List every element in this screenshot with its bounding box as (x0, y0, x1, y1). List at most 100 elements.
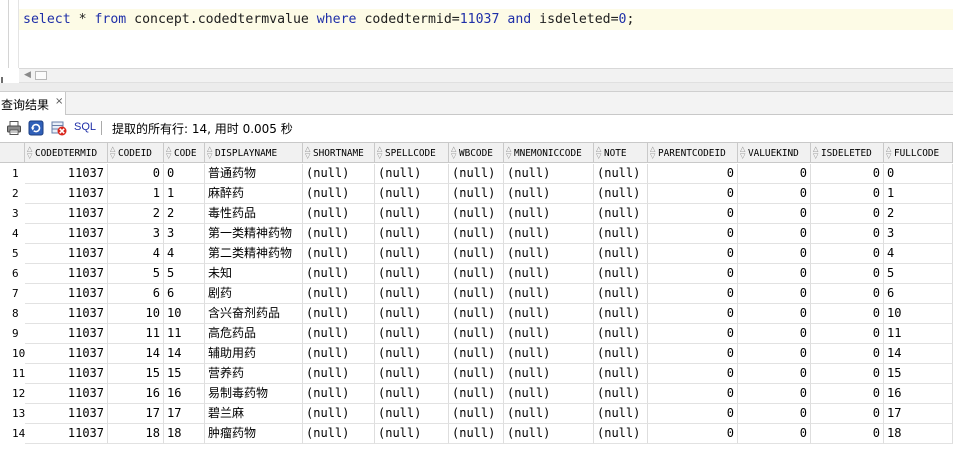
cell-displayname[interactable]: 高危药品 (205, 324, 303, 344)
cell-codedtermid[interactable]: 11037 (25, 304, 108, 324)
cell-wbcode[interactable]: (null) (449, 244, 504, 264)
cell-mnemoniccode[interactable]: (null) (504, 264, 594, 284)
sort-icon[interactable]: △ ▽ (886, 146, 891, 160)
cell-codedtermid[interactable]: 11037 (25, 284, 108, 304)
cell-spellcode[interactable]: (null) (375, 164, 449, 184)
cell-note[interactable]: (null) (594, 364, 648, 384)
cell-parentcodeid[interactable]: 0 (648, 224, 738, 244)
cell-parentcodeid[interactable]: 0 (648, 384, 738, 404)
cell-code[interactable]: 10 (164, 304, 205, 324)
cell-note[interactable]: (null) (594, 184, 648, 204)
cell-note[interactable]: (null) (594, 424, 648, 444)
cell-parentcodeid[interactable]: 0 (648, 364, 738, 384)
cell-codedtermid[interactable]: 11037 (25, 424, 108, 444)
cell-shortname[interactable]: (null) (303, 244, 375, 264)
cell-valuekind[interactable]: 0 (738, 344, 811, 364)
cell-shortname[interactable]: (null) (303, 184, 375, 204)
cell-fullcode[interactable]: 1 (884, 184, 953, 204)
cell-valuekind[interactable]: 0 (738, 404, 811, 424)
cell-spellcode[interactable]: (null) (375, 384, 449, 404)
cell-fullcode[interactable]: 11 (884, 324, 953, 344)
cell-note[interactable]: (null) (594, 404, 648, 424)
cell-valuekind[interactable]: 0 (738, 184, 811, 204)
cell-displayname[interactable]: 辅助用药 (205, 344, 303, 364)
cell-displayname[interactable]: 易制毒药物 (205, 384, 303, 404)
cell-codeid[interactable]: 18 (108, 424, 164, 444)
sort-icon[interactable]: △ ▽ (207, 146, 212, 160)
cell-isdeleted[interactable]: 0 (811, 384, 884, 404)
cell-codeid[interactable]: 16 (108, 384, 164, 404)
cell-codedtermid[interactable]: 11037 (25, 204, 108, 224)
cell-displayname[interactable]: 第一类精神药物 (205, 224, 303, 244)
cell-shortname[interactable]: (null) (303, 204, 375, 224)
cell-mnemoniccode[interactable]: (null) (504, 184, 594, 204)
cell-shortname[interactable]: (null) (303, 404, 375, 424)
cell-spellcode[interactable]: (null) (375, 424, 449, 444)
cell-note[interactable]: (null) (594, 264, 648, 284)
cell-displayname[interactable]: 第二类精神药物 (205, 244, 303, 264)
cell-mnemoniccode[interactable]: (null) (504, 304, 594, 324)
cell-note[interactable]: (null) (594, 244, 648, 264)
cell-parentcodeid[interactable]: 0 (648, 284, 738, 304)
cell-code[interactable]: 15 (164, 364, 205, 384)
column-header-mnemoniccode[interactable]: △ ▽ MNEMONICCODE (504, 143, 594, 163)
cell-code[interactable]: 11 (164, 324, 205, 344)
cell-wbcode[interactable]: (null) (449, 344, 504, 364)
column-header-valuekind[interactable]: △ ▽ VALUEKIND (738, 143, 811, 163)
cell-wbcode[interactable]: (null) (449, 284, 504, 304)
cell-wbcode[interactable]: (null) (449, 204, 504, 224)
cell-fullcode[interactable]: 17 (884, 404, 953, 424)
sort-icon[interactable]: △ ▽ (27, 146, 32, 160)
cell-code[interactable]: 3 (164, 224, 205, 244)
cell-isdeleted[interactable]: 0 (811, 404, 884, 424)
cell-shortname[interactable]: (null) (303, 344, 375, 364)
cell-valuekind[interactable]: 0 (738, 364, 811, 384)
cell-note[interactable]: (null) (594, 284, 648, 304)
cell-isdeleted[interactable]: 0 (811, 224, 884, 244)
cell-spellcode[interactable]: (null) (375, 324, 449, 344)
cell-shortname[interactable]: (null) (303, 424, 375, 444)
cell-note[interactable]: (null) (594, 344, 648, 364)
cell-mnemoniccode[interactable]: (null) (504, 424, 594, 444)
cell-parentcodeid[interactable]: 0 (648, 164, 738, 184)
cell-shortname[interactable]: (null) (303, 264, 375, 284)
cell-fullcode[interactable]: 10 (884, 304, 953, 324)
cell-codeid[interactable]: 5 (108, 264, 164, 284)
cell-shortname[interactable]: (null) (303, 324, 375, 344)
cell-wbcode[interactable]: (null) (449, 304, 504, 324)
cell-codeid[interactable]: 10 (108, 304, 164, 324)
sort-icon[interactable]: △ ▽ (506, 146, 511, 160)
cell-fullcode[interactable]: 0 (884, 164, 953, 184)
table-row[interactable]: 14 11037 18 18 肿瘤药物 (null) (null) (null) (null)(… (0, 424, 953, 444)
cell-wbcode[interactable]: (null) (449, 384, 504, 404)
cell-isdeleted[interactable]: 0 (811, 324, 884, 344)
column-header-shortname[interactable]: △ ▽ SHORTNAME (303, 143, 375, 163)
row-number[interactable]: 8 (0, 304, 25, 324)
cell-mnemoniccode[interactable]: (null) (504, 384, 594, 404)
cell-valuekind[interactable]: 0 (738, 224, 811, 244)
cell-spellcode[interactable]: (null) (375, 364, 449, 384)
cell-codeid[interactable]: 2 (108, 204, 164, 224)
cell-parentcodeid[interactable]: 0 (648, 184, 738, 204)
row-number[interactable]: 9 (0, 324, 25, 344)
cell-parentcodeid[interactable]: 0 (648, 304, 738, 324)
cell-spellcode[interactable]: (null) (375, 184, 449, 204)
row-number[interactable]: 5 (0, 244, 25, 264)
cell-shortname[interactable]: (null) (303, 164, 375, 184)
cell-isdeleted[interactable]: 0 (811, 264, 884, 284)
cell-codeid[interactable]: 6 (108, 284, 164, 304)
cell-shortname[interactable]: (null) (303, 384, 375, 404)
cell-wbcode[interactable]: (null) (449, 424, 504, 444)
cancel-icon[interactable] (51, 120, 67, 136)
row-number[interactable]: 3 (0, 204, 25, 224)
cell-spellcode[interactable]: (null) (375, 204, 449, 224)
table-row[interactable]: 3 11037 2 2 毒性药品 (null) (null) (null) (null) (nul… (0, 204, 953, 224)
sort-icon[interactable]: △ ▽ (451, 146, 456, 160)
cell-code[interactable]: 16 (164, 384, 205, 404)
tab-query-result[interactable]: 查询结果 × (0, 92, 66, 115)
cell-displayname[interactable]: 营养药 (205, 364, 303, 384)
cell-codedtermid[interactable]: 11037 (25, 384, 108, 404)
pane-splitter[interactable] (0, 83, 953, 92)
cell-isdeleted[interactable]: 0 (811, 204, 884, 224)
cell-fullcode[interactable]: 4 (884, 244, 953, 264)
